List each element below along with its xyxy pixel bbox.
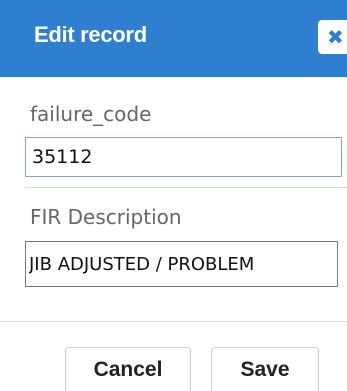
close-icon: ✖ (327, 25, 344, 49)
dialog-title: Edit record (34, 22, 147, 47)
failure-code-label: failure_code (30, 102, 152, 126)
fir-description-label: FIR Description (30, 205, 182, 229)
cancel-button[interactable]: Cancel (65, 347, 191, 391)
dialog-titlebar: Edit record ✖ (0, 0, 347, 77)
failure-code-input[interactable] (25, 137, 342, 177)
close-button[interactable]: ✖ (318, 20, 347, 54)
button-pane-divider (0, 321, 347, 322)
save-button[interactable]: Save (211, 347, 319, 391)
edit-record-dialog: Edit record ✖ failure_code FIR Descripti… (0, 0, 347, 391)
fir-description-input[interactable] (25, 241, 338, 287)
field-divider (25, 187, 347, 188)
